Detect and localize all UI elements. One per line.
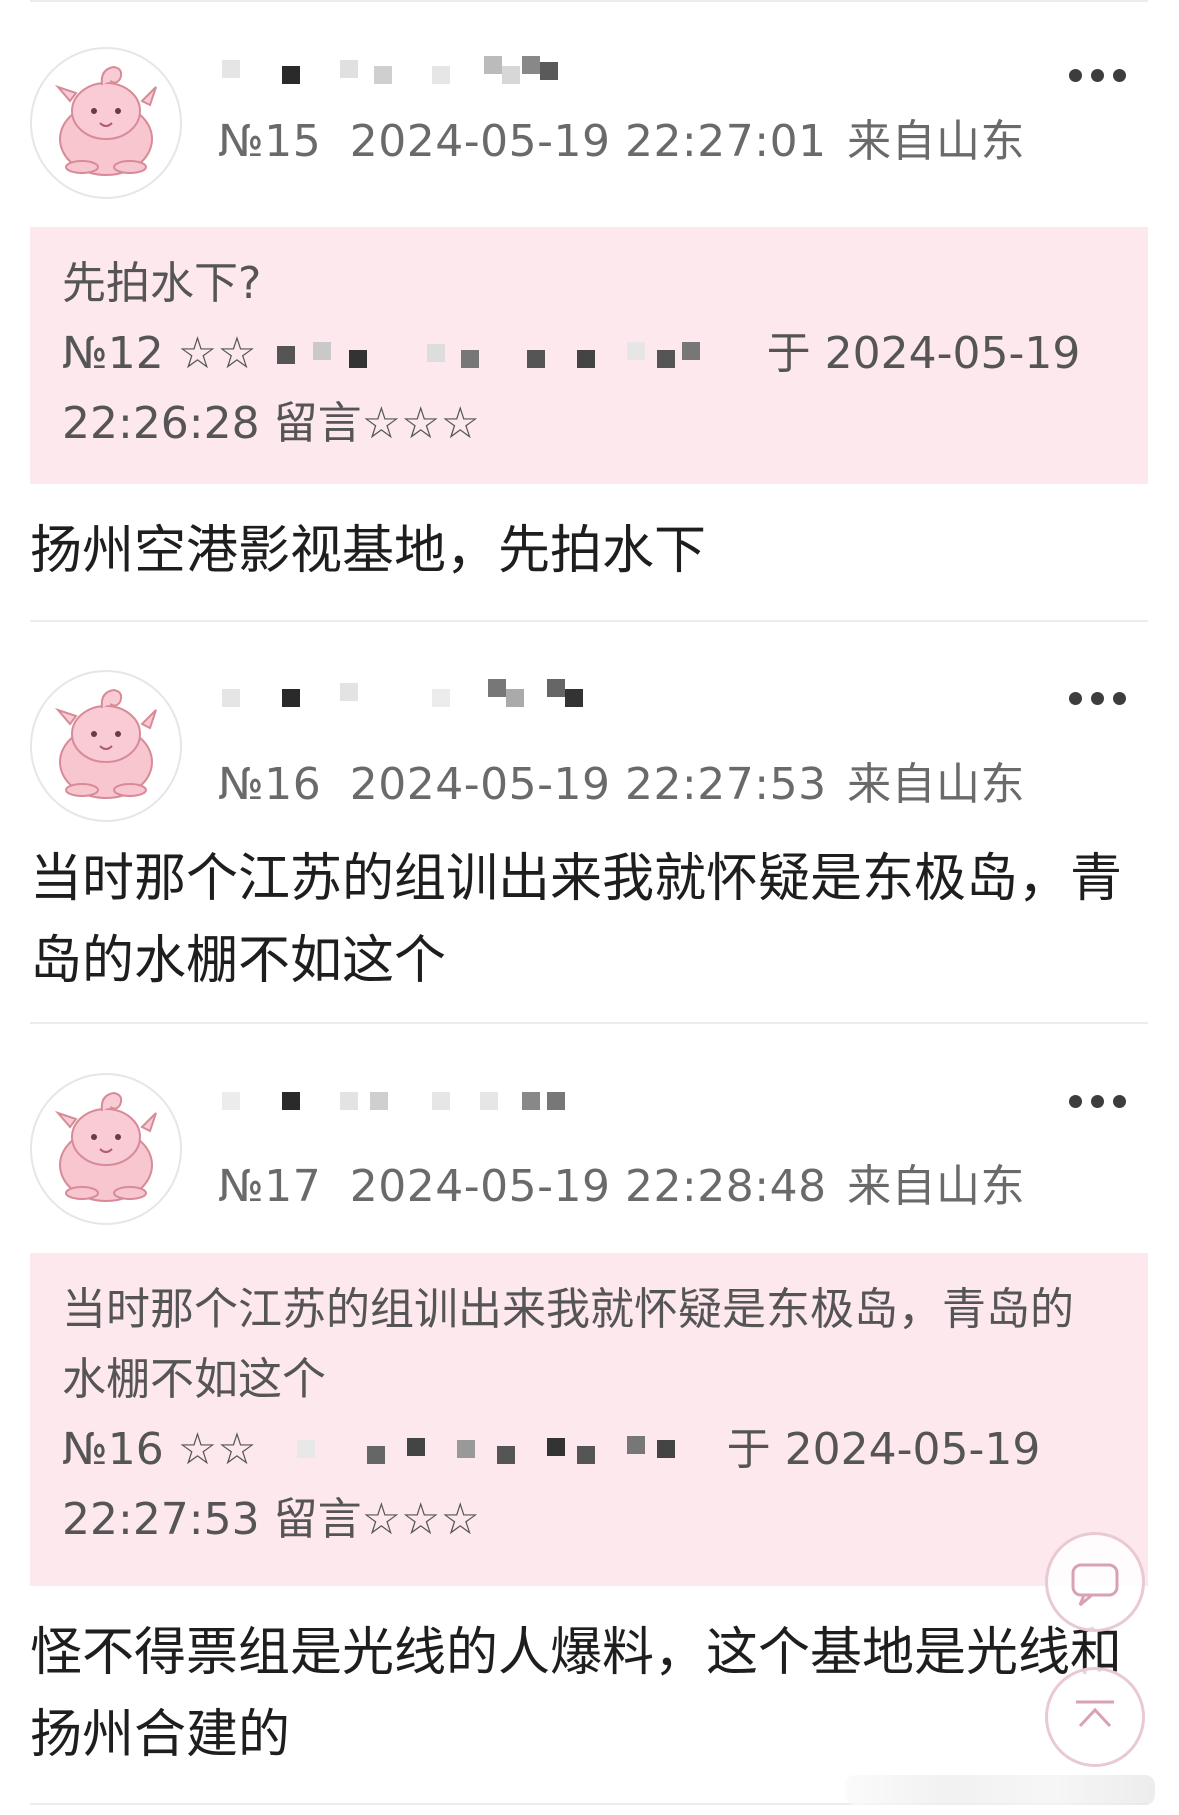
back-to-top-icon [1076, 1700, 1114, 1728]
more-dots-icon[interactable] [1069, 1091, 1129, 1111]
quote-text: 当时那个江苏的组训出来我就怀疑是东极岛，青岛的水棚不如这个 [62, 1284, 1074, 1405]
quote-stars: ☆☆ [177, 328, 257, 379]
post-time: 2024-05-19 22:27:01 [349, 116, 827, 167]
watermark-blur [845, 1775, 1155, 1805]
quoted-reply: 先拍水下? №12 ☆☆ 于 2024-05-19 22:26:28 留言☆☆☆ [30, 227, 1148, 484]
quote-time-line: 22:26:28 留言☆☆☆ [62, 398, 480, 449]
quote-reference: №16 ☆☆ 于 2024-05-19 22:27:53 留言☆☆☆ [62, 1415, 1116, 1555]
quote-floor: №16 [62, 1424, 164, 1475]
quote-floor: №12 [62, 328, 164, 379]
username-obscured[interactable] [222, 52, 602, 86]
quote-date: 于 2024-05-19 [726, 1424, 1041, 1475]
quote-username-obscured [277, 1432, 707, 1472]
pink-creature-avatar-icon [54, 1091, 157, 1202]
floor-number: №16 [218, 759, 322, 810]
comment-button[interactable] [1045, 1532, 1145, 1632]
floor-number: №15 [218, 116, 322, 167]
username-obscured[interactable] [222, 675, 602, 709]
post-meta: №17 2024-05-19 22:28:48 来自山东 [218, 1150, 1025, 1214]
quote-date: 于 2024-05-19 [766, 328, 1081, 379]
post-location: 来自山东 [847, 759, 1026, 810]
divider [30, 0, 1148, 2]
back-to-top-button[interactable] [1045, 1667, 1145, 1767]
quote-stars: ☆☆ [177, 1424, 257, 1475]
comment-bubble-icon [1071, 1563, 1119, 1607]
post-location: 来自山东 [847, 1161, 1026, 1212]
quote-username-obscured [276, 336, 747, 376]
quote-text: 先拍水下? [62, 258, 262, 309]
avatar[interactable] [30, 47, 182, 199]
quote-time-line: 22:27:53 留言☆☆☆ [62, 1494, 480, 1545]
username-obscured[interactable] [222, 1078, 602, 1112]
post-content: 扬州空港影视基地，先拍水下 [30, 521, 707, 581]
post-time: 2024-05-19 22:27:53 [349, 759, 827, 810]
post-content: 当时那个江苏的组训出来我就怀疑是东极岛，青岛的水棚不如这个 [30, 849, 1123, 991]
post-location: 来自山东 [847, 116, 1026, 167]
post-time: 2024-05-19 22:28:48 [349, 1161, 827, 1212]
avatar[interactable] [30, 670, 182, 822]
post-meta: №15 2024-05-19 22:27:01 来自山东 [218, 105, 1025, 169]
floor-number: №17 [218, 1161, 322, 1212]
avatar[interactable] [30, 1073, 182, 1225]
divider [30, 1022, 1148, 1024]
post-content: 怪不得票组是光线的人爆料，这个基地是光线和扬州合建的 [30, 1623, 1123, 1765]
post-meta: №16 2024-05-19 22:27:53 来自山东 [218, 748, 1025, 812]
more-dots-icon[interactable] [1069, 65, 1129, 85]
pink-creature-avatar-icon [54, 688, 157, 799]
quoted-reply: 当时那个江苏的组训出来我就怀疑是东极岛，青岛的水棚不如这个 №16 ☆☆ 于 2… [30, 1253, 1148, 1586]
more-dots-icon[interactable] [1069, 688, 1129, 708]
divider [30, 620, 1148, 622]
quote-reference: №12 ☆☆ 于 2024-05-19 22:26:28 留言☆☆☆ [62, 319, 1116, 459]
pink-creature-avatar-icon [54, 65, 157, 176]
